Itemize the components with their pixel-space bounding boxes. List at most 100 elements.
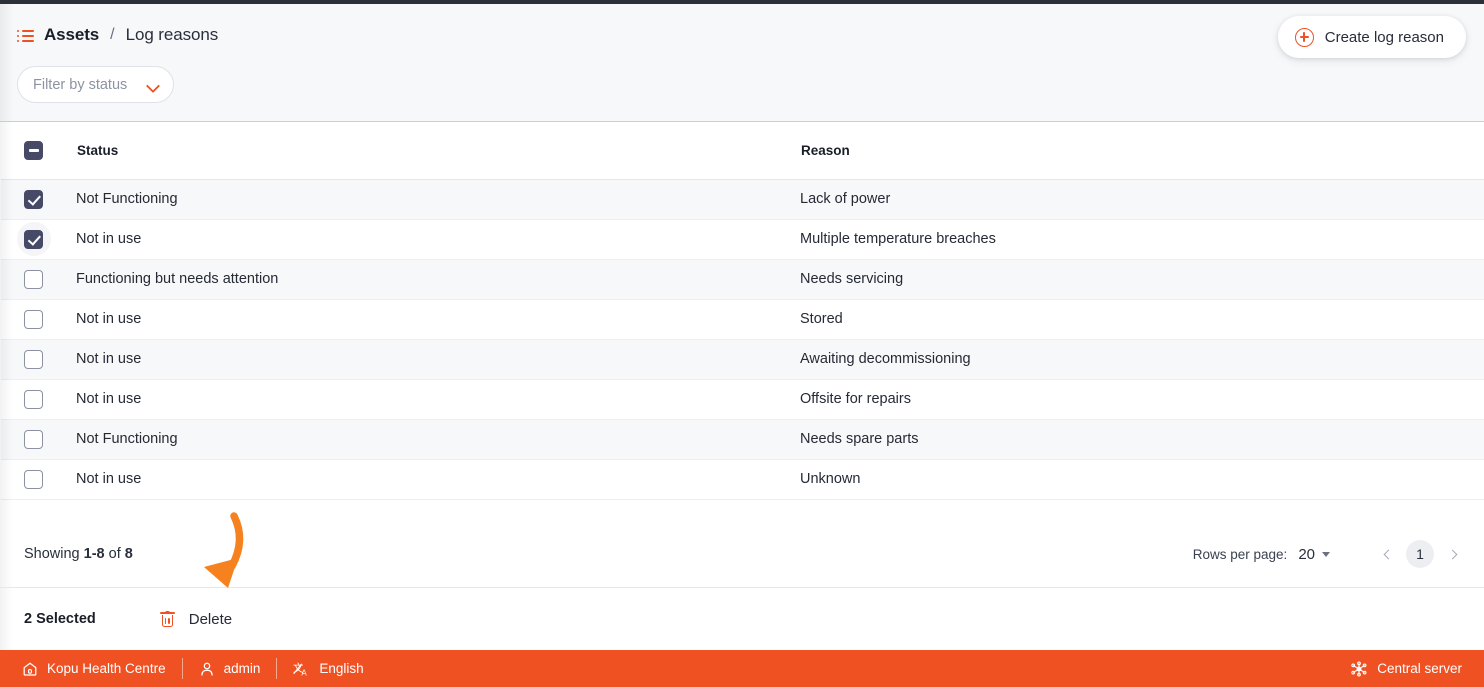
server-item[interactable]: Central server xyxy=(1350,661,1462,677)
page-navigation: 1 xyxy=(1374,540,1466,568)
breadcrumb-separator: / xyxy=(110,26,114,44)
translate-icon: 文 A xyxy=(293,661,310,677)
select-all-checkbox[interactable] xyxy=(24,141,43,160)
pagination-bar: Showing 1-8 of 8 Rows per page: 20 1 xyxy=(0,521,1484,588)
cell-reason: Needs servicing xyxy=(800,259,1484,299)
column-header-reason[interactable]: Reason xyxy=(800,122,1484,179)
showing-total: 8 xyxy=(125,546,133,562)
row-checkbox-halo xyxy=(17,462,51,496)
cell-status: Not Functioning xyxy=(76,179,800,219)
cell-reason: Awaiting decommissioning xyxy=(800,339,1484,379)
row-checkbox[interactable] xyxy=(24,350,43,369)
showing-middle: of xyxy=(109,546,121,562)
svg-text:A: A xyxy=(302,668,308,676)
log-reasons-table-region: Status Reason Not FunctioningLack of pow… xyxy=(0,122,1484,521)
row-checkbox[interactable] xyxy=(24,310,43,329)
row-checkbox[interactable] xyxy=(24,430,43,449)
pagination-controls: Rows per page: 20 1 xyxy=(1193,540,1466,568)
table-row[interactable]: Not in useMultiple temperature breaches xyxy=(1,219,1484,259)
table-header: Status Reason xyxy=(1,122,1484,179)
select-all-header-cell xyxy=(1,122,76,179)
cell-reason: Multiple temperature breaches xyxy=(800,219,1484,259)
row-checkbox[interactable] xyxy=(24,470,43,489)
row-checkbox-halo xyxy=(17,302,51,336)
log-reasons-table: Status Reason Not FunctioningLack of pow… xyxy=(1,122,1484,500)
home-icon xyxy=(22,661,38,677)
breadcrumb: Assets / Log reasons xyxy=(17,4,1484,66)
cell-status: Not in use xyxy=(76,379,800,419)
trash-icon xyxy=(160,611,175,628)
cell-status: Not Functioning xyxy=(76,419,800,459)
row-checkbox-halo xyxy=(17,262,51,296)
cell-status: Functioning but needs attention xyxy=(76,259,800,299)
status-bar-left-group: Kopu Health Centre admin 文 A English xyxy=(14,658,380,679)
showing-prefix: Showing xyxy=(24,546,80,562)
column-header-status[interactable]: Status xyxy=(76,122,800,179)
rows-per-page: Rows per page: 20 xyxy=(1193,546,1330,563)
facility-label: Kopu Health Centre xyxy=(47,661,166,676)
user-item[interactable]: admin xyxy=(183,661,277,677)
row-select-cell xyxy=(1,419,76,459)
table-row[interactable]: Not in useStored xyxy=(1,299,1484,339)
row-select-cell xyxy=(1,219,76,259)
breadcrumb-current: Log reasons xyxy=(126,25,218,45)
facility-item[interactable]: Kopu Health Centre xyxy=(14,661,182,677)
create-log-reason-button[interactable]: Create log reason xyxy=(1278,16,1466,58)
network-hub-icon xyxy=(1350,661,1368,677)
list-icon xyxy=(17,30,35,42)
person-icon xyxy=(199,661,215,677)
breadcrumb-root[interactable]: Assets xyxy=(44,25,99,45)
row-checkbox[interactable] xyxy=(24,390,43,409)
filter-by-status-placeholder: Filter by status xyxy=(33,77,127,93)
cell-status: Not in use xyxy=(76,459,800,499)
showing-range: 1-8 xyxy=(84,546,105,562)
filter-by-status-select[interactable]: Filter by status xyxy=(17,66,174,103)
row-checkbox[interactable] xyxy=(24,230,43,249)
table-row[interactable]: Not in useUnknown xyxy=(1,459,1484,499)
cell-reason: Unknown xyxy=(800,459,1484,499)
page-number-1[interactable]: 1 xyxy=(1406,540,1434,568)
user-label: admin xyxy=(224,661,261,676)
log-reasons-page: Assets / Log reasons Filter by status Cr… xyxy=(0,0,1484,687)
cell-reason: Lack of power xyxy=(800,179,1484,219)
plus-circle-icon xyxy=(1295,28,1314,47)
rows-per-page-value: 20 xyxy=(1298,546,1315,563)
page-header: Assets / Log reasons Filter by status Cr… xyxy=(0,4,1484,122)
cell-status: Not in use xyxy=(76,339,800,379)
row-select-cell xyxy=(1,339,76,379)
table-row[interactable]: Not in useOffsite for repairs xyxy=(1,379,1484,419)
selected-count-label: 2 Selected xyxy=(24,611,96,627)
row-checkbox-halo xyxy=(17,222,51,256)
table-row[interactable]: Not FunctioningNeeds spare parts xyxy=(1,419,1484,459)
table-row[interactable]: Functioning but needs attentionNeeds ser… xyxy=(1,259,1484,299)
row-checkbox[interactable] xyxy=(24,190,43,209)
row-select-cell xyxy=(1,299,76,339)
delete-button[interactable]: Delete xyxy=(160,611,232,628)
bottom-status-bar: Kopu Health Centre admin 文 A English xyxy=(0,650,1484,687)
table-row[interactable]: Not FunctioningLack of power xyxy=(1,179,1484,219)
server-label: Central server xyxy=(1377,661,1462,676)
table-header-row: Status Reason xyxy=(1,122,1484,179)
row-select-cell xyxy=(1,379,76,419)
table-row[interactable]: Not in useAwaiting decommissioning xyxy=(1,339,1484,379)
cell-status: Not in use xyxy=(76,219,800,259)
chevron-right-icon[interactable] xyxy=(1440,541,1466,567)
rows-per-page-label: Rows per page: xyxy=(1193,547,1288,562)
caret-down-icon xyxy=(1322,552,1330,557)
language-item[interactable]: 文 A English xyxy=(277,661,379,677)
rows-per-page-select[interactable]: 20 xyxy=(1298,546,1330,563)
chevron-down-icon xyxy=(147,81,160,89)
table-body: Not FunctioningLack of powerNot in useMu… xyxy=(1,179,1484,499)
row-checkbox[interactable] xyxy=(24,270,43,289)
delete-label: Delete xyxy=(189,611,232,628)
chevron-left-icon[interactable] xyxy=(1374,541,1400,567)
row-select-cell xyxy=(1,259,76,299)
language-label: English xyxy=(319,661,363,676)
row-checkbox-halo xyxy=(17,382,51,416)
selection-action-bar: 2 Selected Delete xyxy=(0,588,1484,650)
cell-reason: Offsite for repairs xyxy=(800,379,1484,419)
showing-summary: Showing 1-8 of 8 xyxy=(24,546,133,562)
row-checkbox-halo xyxy=(17,182,51,216)
create-log-reason-label: Create log reason xyxy=(1325,29,1444,46)
row-checkbox-halo xyxy=(17,342,51,376)
